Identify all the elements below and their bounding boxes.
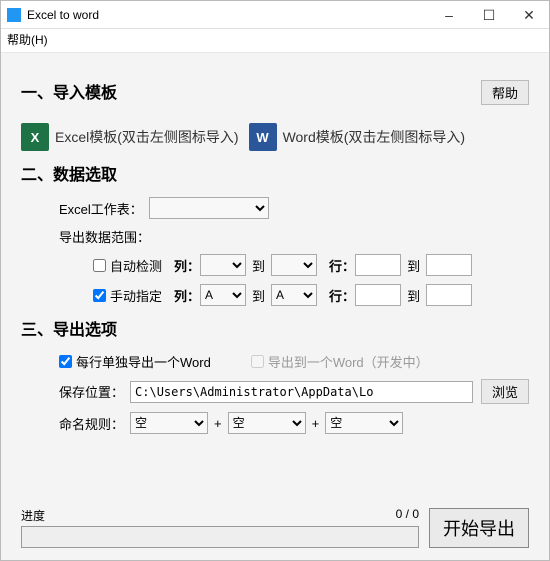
maximize-button[interactable]: ☐ xyxy=(469,1,509,29)
window-title: Excel to word xyxy=(27,8,429,22)
progress-label: 进度 xyxy=(21,507,45,524)
name-rule-1[interactable]: 空 xyxy=(130,412,208,434)
naming-rule-label: 命名规则： xyxy=(59,414,124,433)
man-col-from-select[interactable]: A xyxy=(200,284,246,306)
worksheet-select[interactable] xyxy=(149,197,269,219)
titlebar: Excel to word – ☐ ✕ xyxy=(1,1,549,29)
plus-1: + xyxy=(214,416,222,431)
section-2-title: 二、数据选取 xyxy=(21,161,529,185)
man-row-from-input[interactable] xyxy=(355,284,401,306)
menu-help[interactable]: 帮助(H) xyxy=(7,33,48,47)
single-file-checkbox xyxy=(251,355,264,368)
progress-bar xyxy=(21,526,419,548)
close-button[interactable]: ✕ xyxy=(509,1,549,29)
manual-checkbox[interactable] xyxy=(93,289,106,302)
auto-detect-checkbox[interactable] xyxy=(93,259,106,272)
to-label-3: 到 xyxy=(252,286,265,305)
auto-row-from-input[interactable] xyxy=(355,254,401,276)
plus-2: + xyxy=(312,416,320,431)
export-range-label: 导出数据范围： xyxy=(59,227,150,246)
section-1-title: 一、导入模板 xyxy=(21,79,117,103)
col-label-2: 列： xyxy=(174,286,200,305)
excel-template-label: Excel模板(双击左侧图标导入) xyxy=(55,127,239,147)
app-icon xyxy=(7,8,21,22)
col-label: 列： xyxy=(174,256,200,275)
worksheet-label: Excel工作表： xyxy=(59,199,143,218)
auto-col-from-select[interactable] xyxy=(200,254,246,276)
single-file-label: 导出到一个Word（开发中） xyxy=(268,352,429,371)
to-label-4: 到 xyxy=(407,286,420,305)
auto-detect-label: 自动检测 xyxy=(110,256,162,275)
menubar: 帮助(H) xyxy=(1,29,549,53)
excel-icon[interactable]: X xyxy=(21,123,49,151)
each-row-checkbox[interactable] xyxy=(59,355,72,368)
progress-text: 0 / 0 xyxy=(396,507,419,524)
row-label-2: 行： xyxy=(329,286,355,305)
auto-row-to-input[interactable] xyxy=(426,254,472,276)
name-rule-3[interactable]: 空 xyxy=(325,412,403,434)
to-label-2: 到 xyxy=(407,256,420,275)
man-row-to-input[interactable] xyxy=(426,284,472,306)
manual-label: 手动指定 xyxy=(110,286,162,305)
save-location-label: 保存位置： xyxy=(59,382,124,401)
to-label: 到 xyxy=(252,256,265,275)
man-col-to-select[interactable]: A xyxy=(271,284,317,306)
word-template-label: Word模板(双击左侧图标导入) xyxy=(283,127,466,147)
each-row-label: 每行单独导出一个Word xyxy=(76,352,211,371)
name-rule-2[interactable]: 空 xyxy=(228,412,306,434)
auto-col-to-select[interactable] xyxy=(271,254,317,276)
save-path-input[interactable] xyxy=(130,381,473,403)
minimize-button[interactable]: – xyxy=(429,1,469,29)
browse-button[interactable]: 浏览 xyxy=(481,379,529,404)
word-icon[interactable]: W xyxy=(249,123,277,151)
section-3-title: 三、导出选项 xyxy=(21,316,529,340)
start-export-button[interactable]: 开始导出 xyxy=(429,508,529,548)
help-button[interactable]: 帮助 xyxy=(481,80,529,105)
row-label: 行： xyxy=(329,256,355,275)
